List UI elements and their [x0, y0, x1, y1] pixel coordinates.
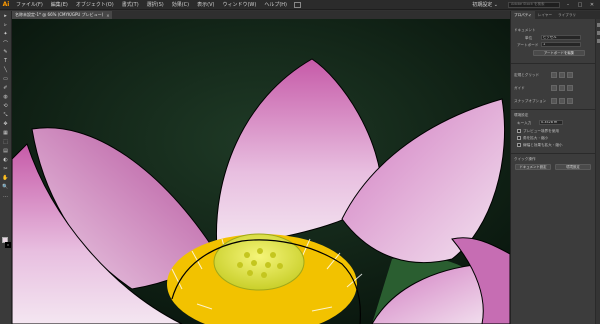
tab-properties[interactable]: プロパティ	[511, 11, 535, 19]
snap-to-pixel-icon[interactable]	[559, 98, 565, 104]
lotus-artwork	[12, 19, 510, 324]
snap-to-point-icon[interactable]	[551, 98, 557, 104]
pen-tool-icon[interactable]: ⌒	[1, 39, 10, 47]
menu-window[interactable]: ウィンドウ(W)	[218, 1, 260, 8]
menu-select[interactable]: 選択(S)	[143, 1, 168, 8]
minimize-button[interactable]: –	[564, 1, 572, 9]
seed-pod	[213, 233, 305, 291]
panel-tab-bar: プロパティ レイヤー ライブラリ	[511, 11, 600, 19]
show-guides-icon[interactable]	[551, 85, 557, 91]
preferences-section-title: 環境設定	[514, 113, 529, 117]
preview-bounds-checkbox[interactable]	[517, 129, 521, 133]
snap-options-label: スナップオプション	[514, 99, 547, 103]
stroke-color-swatch[interactable]	[5, 242, 11, 248]
artboard-select[interactable]: 1	[541, 42, 581, 47]
line-tool-icon[interactable]: ╲	[1, 66, 10, 74]
curvature-tool-icon[interactable]: ✎	[1, 48, 10, 56]
close-window-button[interactable]: ✕	[588, 1, 596, 9]
magic-wand-tool-icon[interactable]: ✦	[1, 30, 10, 38]
type-tool-icon[interactable]: T	[1, 57, 10, 65]
zoom-tool-icon[interactable]: 🔍	[1, 183, 10, 191]
more-tools-icon[interactable]: …	[1, 192, 10, 200]
rectangle-tool-icon[interactable]: ▭	[1, 75, 10, 83]
stock-search-input[interactable]: Adobe Stock を検索	[508, 1, 560, 8]
key-increment-input[interactable]: 0.3528 m	[539, 120, 563, 125]
tab-libraries[interactable]: ライブラリ	[555, 11, 579, 19]
transparency-grid-icon[interactable]	[567, 72, 573, 78]
gradient-tool-icon[interactable]: ◐	[1, 156, 10, 164]
tab-layers[interactable]: レイヤー	[535, 11, 555, 19]
quick-actions-title: クイック操作	[514, 157, 536, 161]
libraries-panel-icon[interactable]	[596, 39, 600, 43]
snap-to-grid-icon[interactable]	[567, 98, 573, 104]
maximize-button[interactable]: □	[576, 1, 584, 9]
free-transform-tool-icon[interactable]: ✥	[1, 120, 10, 128]
ruler-grid-label: 定規とグリッド	[514, 73, 540, 77]
grid-icon[interactable]	[559, 72, 565, 78]
scale-strokes-checkbox[interactable]	[517, 143, 521, 147]
properties-panel: プロパティ レイヤー ライブラリ ドキュメント 単位 ピクセル アートボード 1…	[510, 11, 600, 324]
tools-panel: ▸ ▹ ✦ ⌒ ✎ T ╲ ▭ ✐ ◍ ⟲ ⤡ ✥ ▦ ⬚ ▤ ◐ ✂ ✋ 🔍 …	[0, 11, 12, 324]
direct-selection-tool-icon[interactable]: ▹	[1, 21, 10, 29]
section-document-title: ドキュメント	[514, 28, 536, 32]
panel-divider	[511, 153, 600, 154]
scale-corners-label: 角を拡大・縮小	[523, 136, 549, 140]
panel-icon-strip	[595, 19, 600, 324]
workspace-switcher[interactable]: 初期設定 ⌄	[466, 1, 504, 8]
guides-label: ガイド	[514, 86, 525, 90]
document-tab-bar: 名称未設定-1* @ 66% (CMYK/GPU プレビュー) ✕	[12, 11, 510, 19]
arrange-documents-icon[interactable]	[294, 1, 301, 8]
rotate-tool-icon[interactable]: ⟲	[1, 102, 10, 110]
menu-help[interactable]: ヘルプ(H)	[260, 1, 291, 8]
hand-tool-icon[interactable]: ✋	[1, 174, 10, 182]
document-tab-label: 名称未設定-1* @ 66% (CMYK/GPU プレビュー)	[15, 12, 104, 17]
units-label: 単位	[525, 36, 533, 40]
document-tab[interactable]: 名称未設定-1* @ 66% (CMYK/GPU プレビュー) ✕	[12, 11, 112, 19]
app-logo: Ai	[2, 1, 10, 8]
mesh-tool-icon[interactable]: ▤	[1, 147, 10, 155]
units-select[interactable]: ピクセル	[541, 35, 581, 40]
selection-tool-icon[interactable]: ▸	[1, 12, 10, 20]
panel-divider	[511, 63, 600, 64]
smart-guides-icon[interactable]	[567, 85, 573, 91]
menu-object[interactable]: オブジェクト(O)	[72, 1, 118, 8]
scale-tool-icon[interactable]: ⤡	[1, 111, 10, 119]
ruler-icon[interactable]	[551, 72, 557, 78]
panel-divider	[511, 109, 600, 110]
menu-bar: Ai ファイル(F) 編集(E) オブジェクト(O) 書式(T) 選択(S) 効…	[0, 0, 600, 10]
document-setup-button[interactable]: ドキュメント設定	[515, 164, 551, 170]
menu-file[interactable]: ファイル(F)	[12, 1, 47, 8]
perspective-grid-tool-icon[interactable]: ⬚	[1, 138, 10, 146]
scale-strokes-label: 線幅と効果も拡大・縮小	[523, 143, 563, 147]
blob-brush-tool-icon[interactable]: ◍	[1, 93, 10, 101]
layers-panel-icon[interactable]	[596, 31, 600, 35]
key-increment-label: キー入力	[517, 121, 532, 125]
lock-guides-icon[interactable]	[559, 85, 565, 91]
artboard-canvas[interactable]	[12, 19, 510, 324]
shape-builder-tool-icon[interactable]: ▦	[1, 129, 10, 137]
pencil-tool-icon[interactable]: ✐	[1, 84, 10, 92]
menu-view[interactable]: 表示(V)	[193, 1, 218, 8]
close-tab-icon[interactable]: ✕	[106, 13, 109, 18]
menu-type[interactable]: 書式(T)	[118, 1, 143, 8]
properties-panel-icon[interactable]	[596, 23, 600, 27]
preferences-button[interactable]: 環境設定	[555, 164, 591, 170]
menu-effect[interactable]: 効果(C)	[168, 1, 193, 8]
artboard-label: アートボード	[517, 43, 539, 47]
edit-artboard-button[interactable]: アートボードを編集	[533, 50, 585, 56]
menu-edit[interactable]: 編集(E)	[47, 1, 72, 8]
scissors-tool-icon[interactable]: ✂	[1, 165, 10, 173]
preview-bounds-label: プレビュー境界を使用	[523, 129, 559, 133]
scale-corners-checkbox[interactable]	[517, 136, 521, 140]
